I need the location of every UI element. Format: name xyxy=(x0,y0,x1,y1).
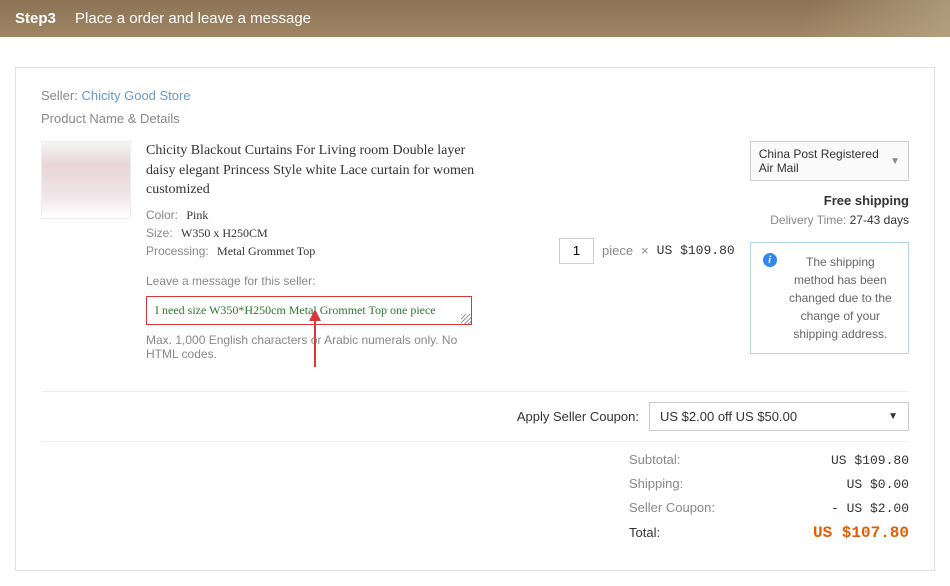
shipping-line: Shipping: US $0.00 xyxy=(41,476,909,492)
step-title: Place a order and leave a message xyxy=(75,10,311,27)
delivery-time: Delivery Time: 27-43 days xyxy=(750,213,909,227)
coupon-select[interactable]: US $2.00 off US $50.00 ▼ xyxy=(649,402,909,431)
grand-total-line: Total: US $107.80 xyxy=(41,524,909,542)
chevron-down-icon: ▼ xyxy=(890,156,900,167)
product-thumbnail[interactable] xyxy=(41,141,131,219)
coupon-line: Seller Coupon: - US $2.00 xyxy=(41,500,909,516)
attr-processing: Processing: Metal Grommet Top xyxy=(146,244,476,259)
coupon-label: Apply Seller Coupon: xyxy=(517,409,639,424)
order-panel: Seller: Chicity Good Store Product Name … xyxy=(15,67,935,571)
seller-label: Seller: xyxy=(41,88,78,103)
seller-line: Seller: Chicity Good Store xyxy=(41,88,909,103)
subtotal-line: Subtotal: US $109.80 xyxy=(41,452,909,468)
annotation-arrow-icon xyxy=(306,309,324,369)
seller-name-link[interactable]: Chicity Good Store xyxy=(81,88,190,103)
free-shipping-label: Free shipping xyxy=(750,193,909,208)
product-details-label: Product Name & Details xyxy=(41,111,909,126)
quantity-input[interactable] xyxy=(559,238,594,264)
coupon-row: Apply Seller Coupon: US $2.00 off US $50… xyxy=(41,391,909,442)
info-icon: i xyxy=(763,253,777,267)
shipping-method-select[interactable]: China Post Registered Air Mail ▼ xyxy=(750,141,909,181)
attr-color: Color: Pink xyxy=(146,208,476,223)
message-label: Leave a message for this seller: xyxy=(146,274,476,288)
unit-price: US $109.80 xyxy=(657,243,735,258)
chevron-down-icon: ▼ xyxy=(888,411,898,422)
right-column: piece × US $109.80 China Post Registered… xyxy=(559,141,909,361)
attr-size: Size: W350 x H250CM xyxy=(146,226,476,241)
step-number: Step3 xyxy=(15,10,56,27)
times-symbol: × xyxy=(641,243,649,258)
totals-section: Apply Seller Coupon: US $2.00 off US $50… xyxy=(41,391,909,542)
resize-handle-icon[interactable] xyxy=(461,314,471,324)
unit-label: piece xyxy=(602,243,633,258)
shipping-column: China Post Registered Air Mail ▼ Free sh… xyxy=(750,141,909,361)
product-row: Chicity Blackout Curtains For Living roo… xyxy=(41,141,909,361)
shipping-info-notice: i The shipping method has been changed d… xyxy=(750,242,909,354)
qty-price: piece × US $109.80 xyxy=(559,141,735,361)
product-title[interactable]: Chicity Blackout Curtains For Living roo… xyxy=(146,141,476,200)
product-info: Chicity Blackout Curtains For Living roo… xyxy=(146,141,476,361)
step-header: Step3 Place a order and leave a message xyxy=(0,0,950,37)
